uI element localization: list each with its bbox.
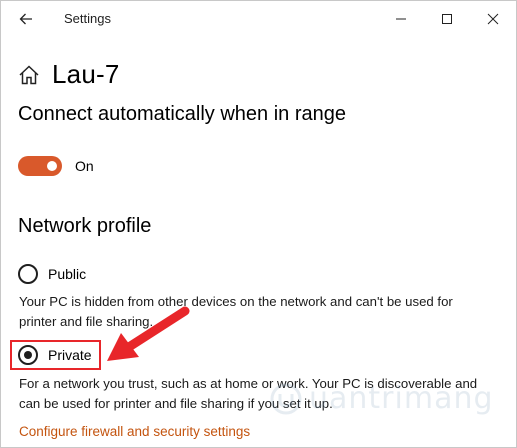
public-description: Your PC is hidden from other devices on … bbox=[19, 294, 453, 329]
watermark-logo-icon bbox=[270, 383, 302, 414]
connect-toggle-row: On bbox=[18, 156, 94, 176]
maximize-button[interactable] bbox=[424, 1, 470, 37]
toggle-state-label: On bbox=[75, 158, 94, 174]
private-highlight-box bbox=[10, 340, 101, 370]
home-icon bbox=[19, 64, 39, 84]
radio-public-circle[interactable] bbox=[18, 264, 38, 284]
back-button[interactable] bbox=[11, 5, 41, 33]
watermark: uantrimang bbox=[269, 381, 494, 416]
watermark-text: uantrimang bbox=[309, 381, 494, 416]
maximize-icon bbox=[442, 14, 452, 24]
close-button[interactable] bbox=[470, 1, 516, 37]
red-arrow-icon bbox=[107, 306, 190, 361]
page-header: Lau-7 bbox=[18, 59, 120, 90]
connect-toggle[interactable] bbox=[18, 156, 62, 176]
window-title: Settings bbox=[64, 11, 111, 26]
minimize-icon bbox=[396, 18, 406, 20]
minimize-button[interactable] bbox=[378, 1, 424, 37]
settings-window: Settings Lau-7 Connect automatically whe… bbox=[0, 0, 517, 448]
radio-public-label: Public bbox=[48, 266, 87, 282]
close-icon bbox=[487, 13, 499, 25]
page-title: Lau-7 bbox=[52, 59, 120, 89]
toggle-knob bbox=[47, 161, 57, 171]
firewall-settings-link[interactable]: Configure firewall and security settings bbox=[19, 424, 250, 439]
network-profile-heading: Network profile bbox=[18, 215, 152, 237]
connect-heading: Connect automatically when in range bbox=[18, 103, 346, 125]
back-arrow-icon bbox=[19, 13, 32, 25]
title-bar: Settings bbox=[1, 1, 516, 37]
radio-public[interactable]: Public bbox=[18, 264, 86, 284]
